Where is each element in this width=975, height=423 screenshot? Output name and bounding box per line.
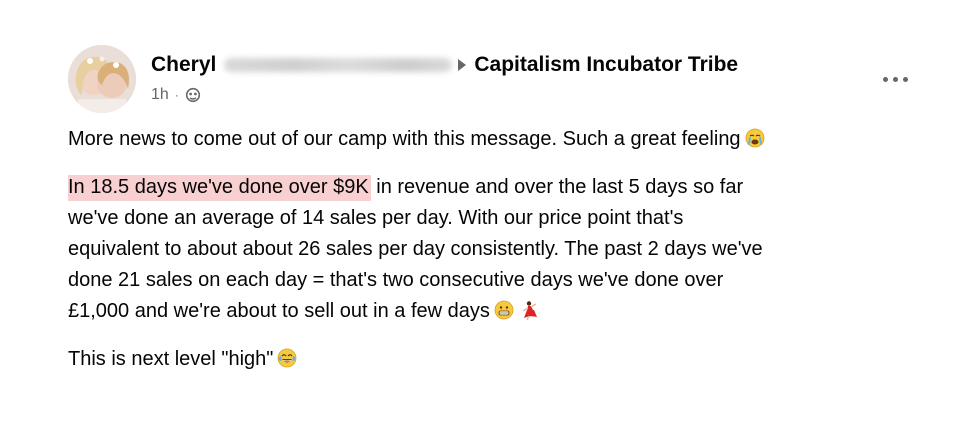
line-5-text: £1,000 and we're about to sell out in a … — [68, 300, 490, 322]
post-timestamp[interactable]: 1h — [151, 86, 169, 104]
avatar-photo — [68, 45, 136, 113]
grimacing-face-emoji — [494, 300, 514, 320]
post-header: Cheryl Capitalism Incubator Tribe — [151, 51, 738, 79]
line-1-rest: in revenue and over the last 5 days so f… — [370, 176, 744, 198]
post-body: More news to come out of our camp with t… — [68, 124, 948, 375]
paragraph-2-line-1: In 18.5 days we've done over $9K in reve… — [68, 172, 948, 203]
group-name[interactable]: Capitalism Incubator Tribe — [474, 53, 738, 77]
globe-icon[interactable] — [185, 87, 201, 103]
crying-face-emoji — [745, 128, 764, 148]
meta-separator: · — [174, 88, 179, 102]
paragraph-1-text: More news to come out of our camp with t… — [68, 128, 741, 150]
post-paragraph-3: This is next level "high" — [68, 344, 948, 375]
dancer-emoji — [522, 301, 537, 320]
redacted-last-name — [224, 58, 453, 72]
more-dot — [882, 76, 888, 82]
post-paragraph-2: In 18.5 days we've done over $9K in reve… — [68, 172, 948, 327]
paragraph-2-line-2: we've done an average of 14 sales per da… — [68, 207, 684, 229]
tears-of-joy-emoji — [278, 348, 297, 368]
avatar[interactable] — [68, 45, 136, 113]
paragraph-2-line-4: done 21 sales on each day = that's two c… — [68, 269, 724, 291]
more-options-icon[interactable] — [876, 66, 914, 92]
highlighted-text: In 18.5 days we've done over $9K — [68, 175, 371, 201]
facebook-post: Cheryl Capitalism Incubator Tribe 1h · M… — [0, 0, 975, 423]
paragraph-3-text: This is next level "high" — [68, 348, 274, 370]
paragraph-2-line-5: £1,000 and we're about to sell out in a … — [68, 296, 948, 327]
paragraph-2-line-3: equivalent to about about 26 sales per d… — [68, 238, 763, 260]
more-dot — [902, 76, 908, 82]
triangle-right-icon — [458, 59, 467, 71]
post-meta: 1h · — [151, 84, 201, 106]
author-name[interactable]: Cheryl — [151, 53, 216, 77]
post-paragraph-1: More news to come out of our camp with t… — [68, 124, 948, 155]
more-dot — [892, 76, 898, 82]
